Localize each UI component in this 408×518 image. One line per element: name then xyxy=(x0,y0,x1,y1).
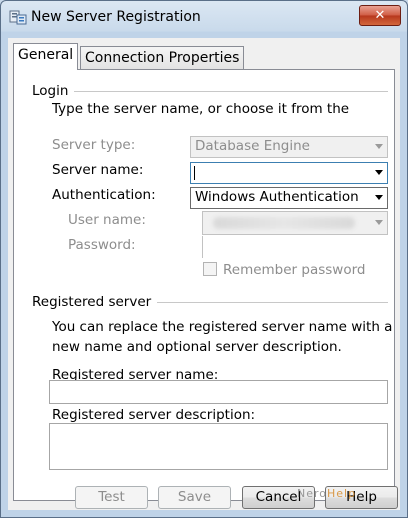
dialog-window: New Server Registration ✕ General Connec… xyxy=(0,0,408,518)
authentication-select[interactable]: Windows Authentication xyxy=(190,187,388,209)
server-name-label: Server name: xyxy=(52,162,144,178)
text-cursor xyxy=(194,166,195,180)
server-name-combo[interactable] xyxy=(190,162,388,184)
remember-password-checkbox[interactable] xyxy=(203,262,217,276)
registered-description-input[interactable] xyxy=(49,423,388,470)
watermark-part1: Nero xyxy=(297,487,328,500)
remember-password-label: Remember password xyxy=(223,262,366,278)
registered-description-line2: new name and optional server description… xyxy=(52,339,342,355)
title-bar[interactable]: New Server Registration ✕ xyxy=(1,1,407,33)
tab-general[interactable]: General xyxy=(13,43,79,70)
chevron-down-icon xyxy=(375,144,383,149)
registered-group-label: Registered server xyxy=(32,294,158,310)
registered-name-input[interactable] xyxy=(49,380,388,404)
registered-description-line1: You can replace the registered server na… xyxy=(52,319,393,335)
login-group-label: Login xyxy=(32,83,75,99)
password-label: Password: xyxy=(68,237,136,253)
chevron-down-icon xyxy=(375,170,383,175)
registered-description-label: Registered server description: xyxy=(52,407,256,423)
user-name-label: User name: xyxy=(68,212,146,228)
user-name-select[interactable] xyxy=(202,211,388,235)
blurred-user-name xyxy=(213,217,355,229)
server-type-label: Server type: xyxy=(52,137,136,153)
window-title: New Server Registration xyxy=(31,9,201,25)
save-button[interactable]: Save xyxy=(158,486,231,509)
watermark-logo: NeroHelp xyxy=(297,487,356,500)
chevron-down-icon xyxy=(375,195,383,200)
general-tab-panel: Login Type the server name, or choose it… xyxy=(13,69,395,501)
test-button[interactable]: Test xyxy=(75,486,148,509)
login-group-divider xyxy=(32,91,388,92)
login-instruction: Type the server name, or choose it from … xyxy=(52,101,350,117)
server-type-value: Database Engine xyxy=(195,138,310,154)
close-icon: ✕ xyxy=(374,8,386,23)
watermark-part2: Help xyxy=(327,487,357,500)
server-registration-icon xyxy=(9,10,27,25)
server-type-select[interactable]: Database Engine xyxy=(190,136,388,158)
password-field[interactable] xyxy=(202,236,387,258)
close-button[interactable]: ✕ xyxy=(359,5,401,26)
dialog-client-area: General Connection Properties Login Type… xyxy=(8,38,400,510)
chevron-down-icon xyxy=(375,220,383,225)
authentication-value: Windows Authentication xyxy=(195,189,359,205)
authentication-label: Authentication: xyxy=(52,187,156,203)
tab-connection-properties[interactable]: Connection Properties xyxy=(80,46,245,69)
